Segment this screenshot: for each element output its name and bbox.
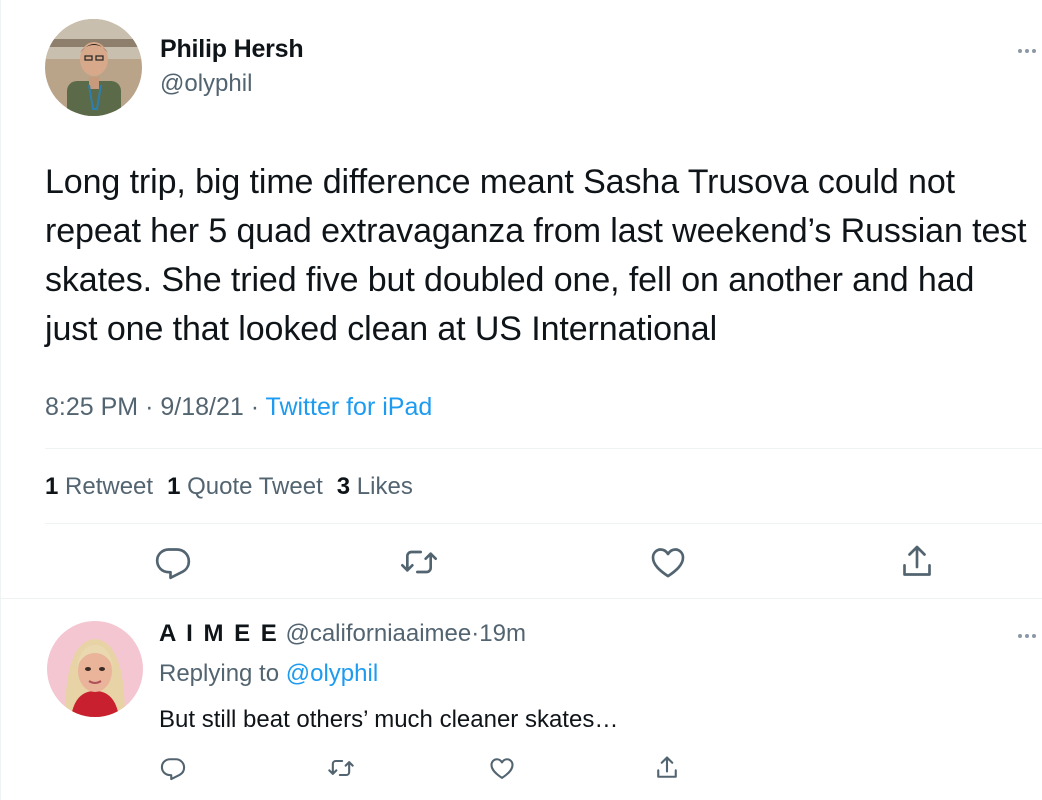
- engagement-stats: 1 Retweet 1 Quote Tweet 3 Likes: [45, 473, 413, 501]
- replying-to-label: Replying to: [159, 660, 280, 687]
- quote-tweets-stat[interactable]: 1 Quote Tweet: [167, 473, 323, 500]
- tweet-text: Long trip, big time difference meant Sas…: [45, 163, 1027, 348]
- reply-icon[interactable]: [153, 542, 193, 582]
- divider: [1, 598, 1042, 599]
- more-options-icon[interactable]: [1018, 49, 1036, 53]
- author-name[interactable]: Philip Hersh: [160, 35, 304, 64]
- author-avatar[interactable]: [45, 19, 142, 116]
- share-icon[interactable]: [897, 542, 937, 582]
- likes-stat[interactable]: 3 Likes: [337, 473, 413, 500]
- reply-header: A I M E E @californiaaimee·19m: [159, 620, 526, 648]
- divider: [45, 448, 1042, 449]
- reply-author-avatar[interactable]: [47, 621, 143, 717]
- replying-to-mention[interactable]: @olyphil: [286, 660, 378, 687]
- meta-separator: ·: [250, 393, 260, 421]
- like-icon[interactable]: [648, 542, 688, 582]
- tweet-action-bar: [1, 540, 1042, 586]
- author-handle[interactable]: @olyphil: [160, 70, 252, 98]
- reply-icon[interactable]: [159, 754, 187, 782]
- more-options-icon[interactable]: [1018, 634, 1036, 638]
- reply-text: But still beat others’ much cleaner skat…: [159, 706, 619, 733]
- tweet-time[interactable]: 8:25 PM: [45, 393, 138, 421]
- reply-author-name[interactable]: A I M E E: [159, 620, 279, 647]
- retweet-icon[interactable]: [399, 542, 439, 582]
- like-icon[interactable]: [488, 754, 516, 782]
- reply-action-bar: [1, 752, 1042, 786]
- tweet-detail-view: Philip Hersh @olyphil Long trip, big tim…: [0, 0, 1042, 800]
- tweet-date[interactable]: 9/18/21: [160, 393, 243, 421]
- replying-to-line: Replying to @olyphil: [159, 660, 378, 688]
- share-icon[interactable]: [653, 754, 681, 782]
- divider: [45, 523, 1042, 524]
- reply-time[interactable]: 19m: [479, 620, 526, 647]
- retweet-icon[interactable]: [327, 754, 355, 782]
- meta-separator: ·: [145, 393, 154, 421]
- tweet-source-link[interactable]: Twitter for iPad: [266, 393, 433, 421]
- tweet-metadata: 8:25 PM · 9/18/21 · Twitter for iPad: [45, 393, 432, 422]
- reply-author-handle[interactable]: @californiaaimee: [285, 620, 471, 647]
- retweets-stat[interactable]: 1 Retweet: [45, 473, 153, 500]
